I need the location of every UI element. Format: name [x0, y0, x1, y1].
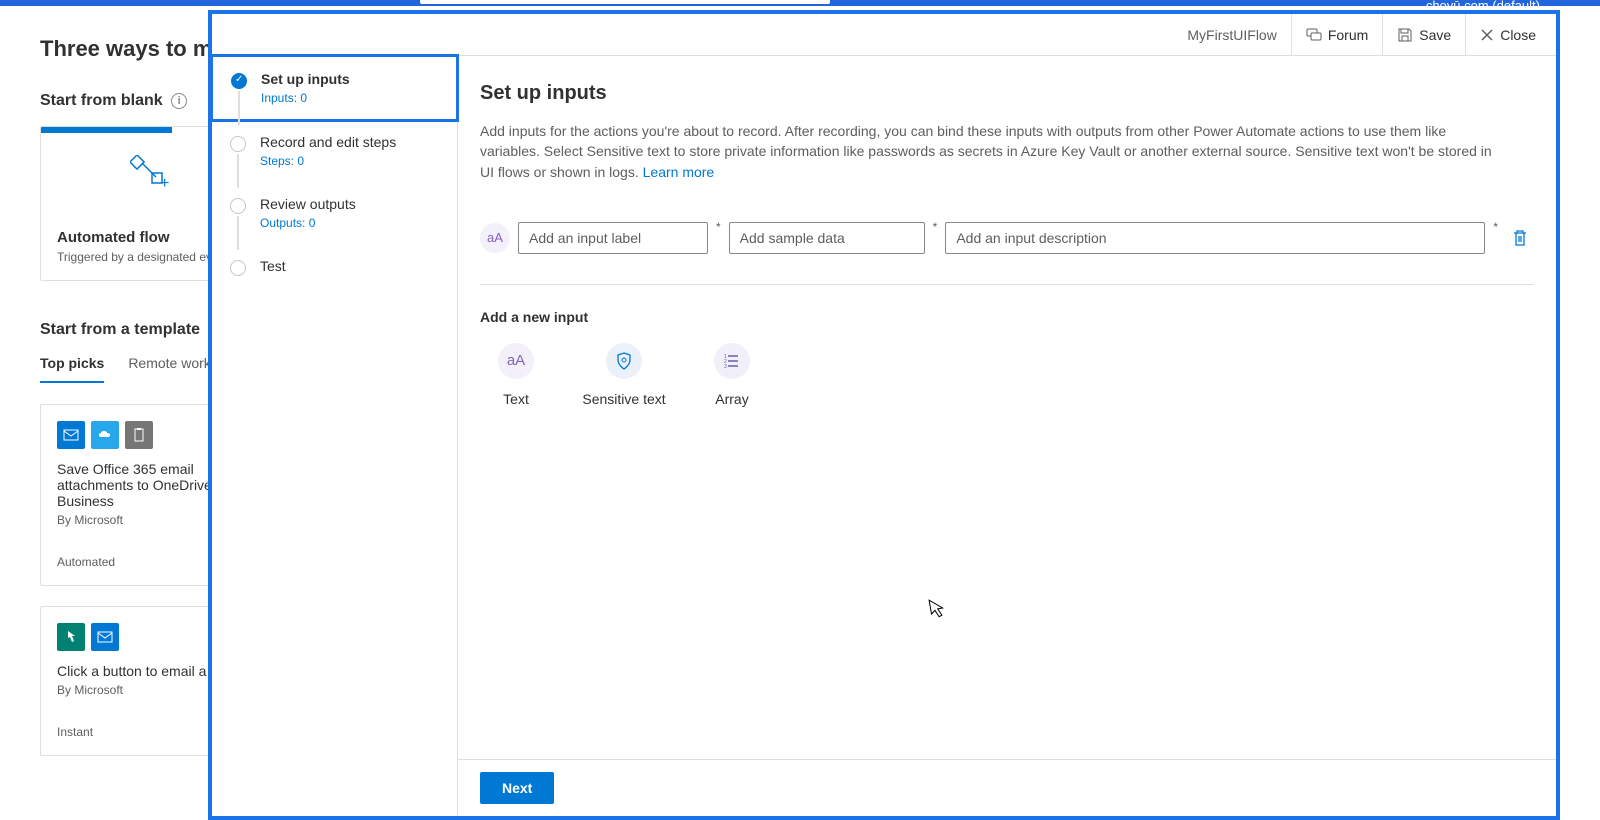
close-button[interactable]: Close — [1465, 14, 1550, 55]
save-icon — [1397, 27, 1413, 43]
add-array-input[interactable]: 123 Array — [696, 343, 768, 407]
step-set-up-inputs[interactable]: Set up inputs Inputs: 0 — [210, 54, 459, 122]
flow-icon: + — [130, 155, 170, 189]
step-marker-complete-icon — [231, 73, 247, 89]
svg-text:+: + — [160, 175, 169, 189]
delete-input-button[interactable] — [1506, 224, 1534, 252]
input-label-field[interactable] — [518, 222, 708, 254]
shield-icon — [606, 343, 642, 379]
add-text-input[interactable]: aA Text — [480, 343, 552, 407]
page-description: Add inputs for the actions you're about … — [480, 121, 1500, 182]
learn-more-link[interactable]: Learn more — [643, 164, 715, 180]
text-icon: aA — [498, 343, 534, 379]
page-title: Set up inputs — [480, 82, 1534, 105]
onedrive-icon — [91, 421, 119, 449]
step-review-outputs[interactable]: Review outputs Outputs: 0 — [212, 182, 457, 244]
forum-icon — [1306, 27, 1322, 43]
search-placeholder-strip — [420, 0, 830, 4]
next-button[interactable]: Next — [480, 772, 554, 804]
step-marker-icon — [230, 136, 246, 152]
wizard-stepper: Set up inputs Inputs: 0 Record and edit … — [212, 56, 458, 816]
tab-top-picks[interactable]: Top picks — [40, 355, 104, 383]
input-definition-row: aA * * * — [480, 222, 1534, 285]
save-button[interactable]: Save — [1382, 14, 1465, 55]
add-sensitive-text-input[interactable]: Sensitive text — [588, 343, 660, 407]
outlook-icon — [57, 421, 85, 449]
input-description-field[interactable] — [945, 222, 1485, 254]
tab-remote-work[interactable]: Remote work — [128, 355, 210, 383]
step-test[interactable]: Test — [212, 244, 457, 288]
misc-icon — [125, 421, 153, 449]
step-marker-icon — [230, 198, 246, 214]
step-marker-icon — [230, 260, 246, 276]
list-icon: 123 — [714, 343, 750, 379]
flow-name: MyFirstUIFlow — [1173, 14, 1290, 55]
mail-icon — [91, 623, 119, 651]
svg-text:3: 3 — [724, 364, 727, 368]
step-record-edit[interactable]: Record and edit steps Steps: 0 — [212, 120, 457, 182]
close-icon — [1480, 28, 1494, 42]
text-type-icon: aA — [480, 223, 510, 253]
sample-data-field[interactable] — [729, 222, 925, 254]
forum-button[interactable]: Forum — [1291, 14, 1382, 55]
trash-icon — [1512, 229, 1528, 247]
button-icon — [57, 623, 85, 651]
info-icon[interactable]: i — [171, 93, 187, 109]
add-new-input-label: Add a new input — [480, 309, 1534, 325]
